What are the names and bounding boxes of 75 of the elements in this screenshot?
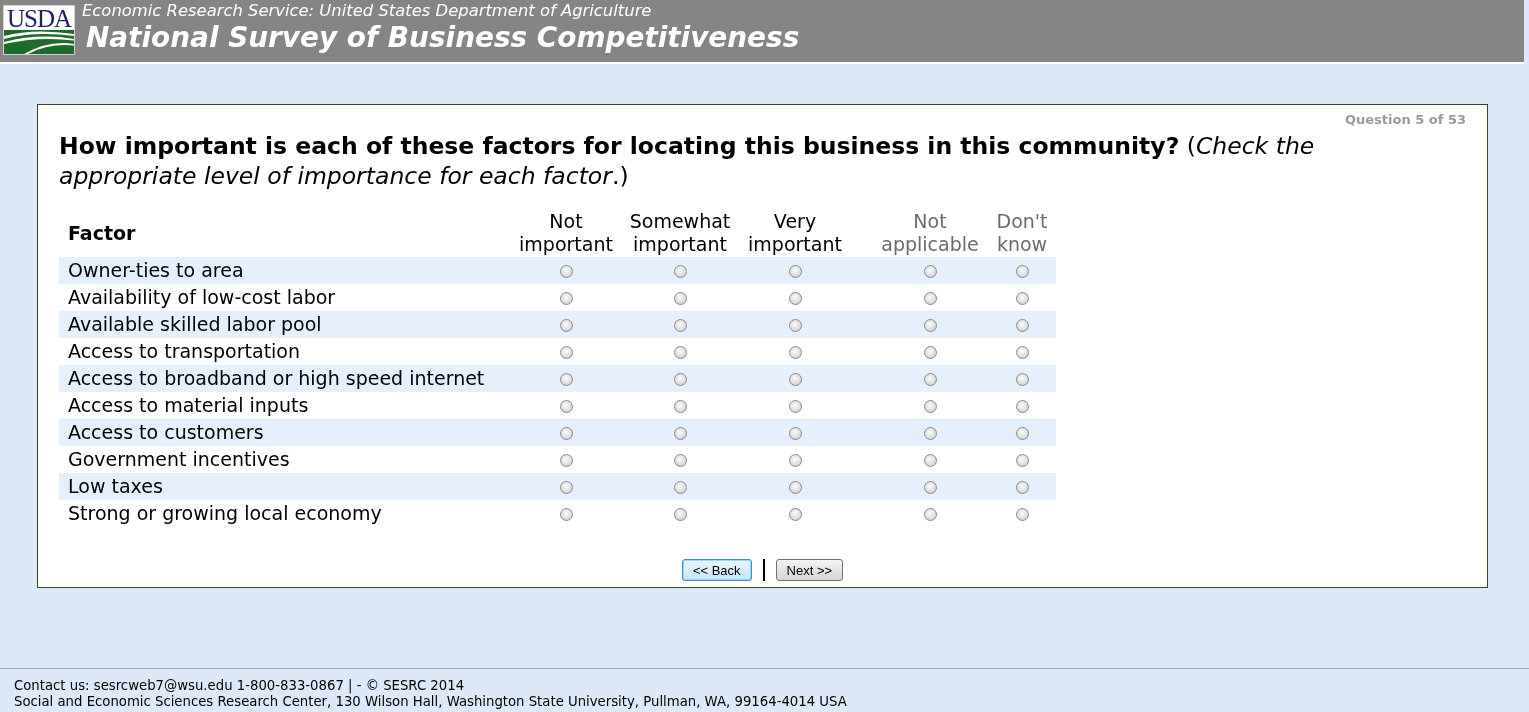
radio-button[interactable] — [559, 508, 573, 521]
address-text: Social and Economic Sciences Research Center, 130 Wilson Hall, Washington State University, Pullman, WA, 99164-4014 USA — [14, 694, 848, 710]
radio-button[interactable] — [673, 265, 687, 278]
radio-button[interactable] — [1015, 454, 1029, 467]
factor-label: Available skilled labor pool — [68, 313, 322, 335]
radio-button[interactable] — [1015, 319, 1029, 332]
radio-button[interactable] — [673, 481, 687, 494]
radio-button[interactable] — [788, 346, 802, 359]
radio-button[interactable] — [673, 454, 687, 467]
radio-button[interactable] — [923, 454, 937, 467]
radio-button[interactable] — [673, 292, 687, 305]
column-header: Not applicable — [880, 210, 980, 256]
radio-button[interactable] — [788, 481, 802, 494]
factor-label: Access to customers — [68, 421, 264, 443]
radio-button[interactable] — [559, 373, 573, 386]
radio-button[interactable] — [788, 292, 802, 305]
radio-button[interactable] — [559, 319, 573, 332]
radio-button[interactable] — [788, 427, 802, 440]
radio-button[interactable] — [673, 400, 687, 413]
logo: USDA — [3, 5, 75, 55]
radio-button[interactable] — [923, 292, 937, 305]
radio-button[interactable] — [559, 265, 573, 278]
column-header: Not important — [518, 210, 614, 256]
factor-label: Access to transportation — [68, 340, 301, 362]
radio-button[interactable] — [673, 346, 687, 359]
radio-button[interactable] — [559, 292, 573, 305]
radio-button[interactable] — [1015, 427, 1029, 440]
factor-label: Availability of low-cost labor — [68, 286, 336, 308]
radio-button[interactable] — [788, 319, 802, 332]
radio-button[interactable] — [559, 400, 573, 413]
radio-button[interactable] — [1015, 292, 1029, 305]
radio-button[interactable] — [923, 400, 937, 413]
question-text: How important is each of these factors for locating this business in this community? (Check the appropriate level of importance for each factor.) — [59, 131, 1316, 191]
radio-button[interactable] — [1015, 508, 1029, 521]
survey-title: National Survey of Business Competitiveness — [86, 21, 800, 55]
radio-button[interactable] — [559, 454, 573, 467]
radio-button[interactable] — [923, 265, 937, 278]
factor-label: Strong or growing local economy — [68, 502, 382, 524]
radio-button[interactable] — [788, 265, 802, 278]
factor-label: Access to broadband or high speed internet — [68, 367, 485, 389]
radio-button[interactable] — [673, 319, 687, 332]
column-header: Somewhat important — [628, 210, 732, 256]
header-subtitle: Economic Research Service: United States Department of Agriculture — [82, 1, 653, 21]
column-header: Don't know — [995, 210, 1049, 256]
radio-button[interactable] — [923, 346, 937, 359]
radio-button[interactable] — [1015, 400, 1029, 413]
radio-button[interactable] — [1015, 481, 1029, 494]
contact-text: Contact us: sesrcweb7@wsu.edu 1-800-833-0867 | - © SESRC 2014 — [14, 678, 466, 694]
radio-button[interactable] — [1015, 265, 1029, 278]
radio-button[interactable] — [559, 481, 573, 494]
column-header: Factor — [68, 221, 136, 244]
nav-button[interactable]: << Back — [681, 559, 752, 581]
radio-button[interactable] — [559, 346, 573, 359]
radio-button[interactable] — [1015, 373, 1029, 386]
radio-button[interactable] — [923, 373, 937, 386]
radio-button[interactable] — [788, 454, 802, 467]
radio-button[interactable] — [673, 373, 687, 386]
factor-label: Owner-ties to area — [68, 259, 244, 281]
factor-label: Government incentives — [68, 448, 290, 470]
radio-button[interactable] — [788, 373, 802, 386]
radio-button[interactable] — [923, 427, 937, 440]
column-header: Very important — [747, 210, 843, 256]
question-counter: Question 5 of 53 — [1344, 112, 1466, 128]
radio-button[interactable] — [923, 508, 937, 521]
radio-button[interactable] — [923, 319, 937, 332]
radio-button[interactable] — [1015, 346, 1029, 359]
radio-button[interactable] — [788, 400, 802, 413]
radio-button[interactable] — [788, 508, 802, 521]
nav-button[interactable]: Next >> — [775, 559, 844, 581]
radio-button[interactable] — [923, 481, 937, 494]
factor-label: Access to material inputs — [68, 394, 309, 416]
radio-button[interactable] — [673, 508, 687, 521]
radio-button[interactable] — [559, 427, 573, 440]
factor-label: Low taxes — [68, 475, 163, 497]
radio-button[interactable] — [673, 427, 687, 440]
